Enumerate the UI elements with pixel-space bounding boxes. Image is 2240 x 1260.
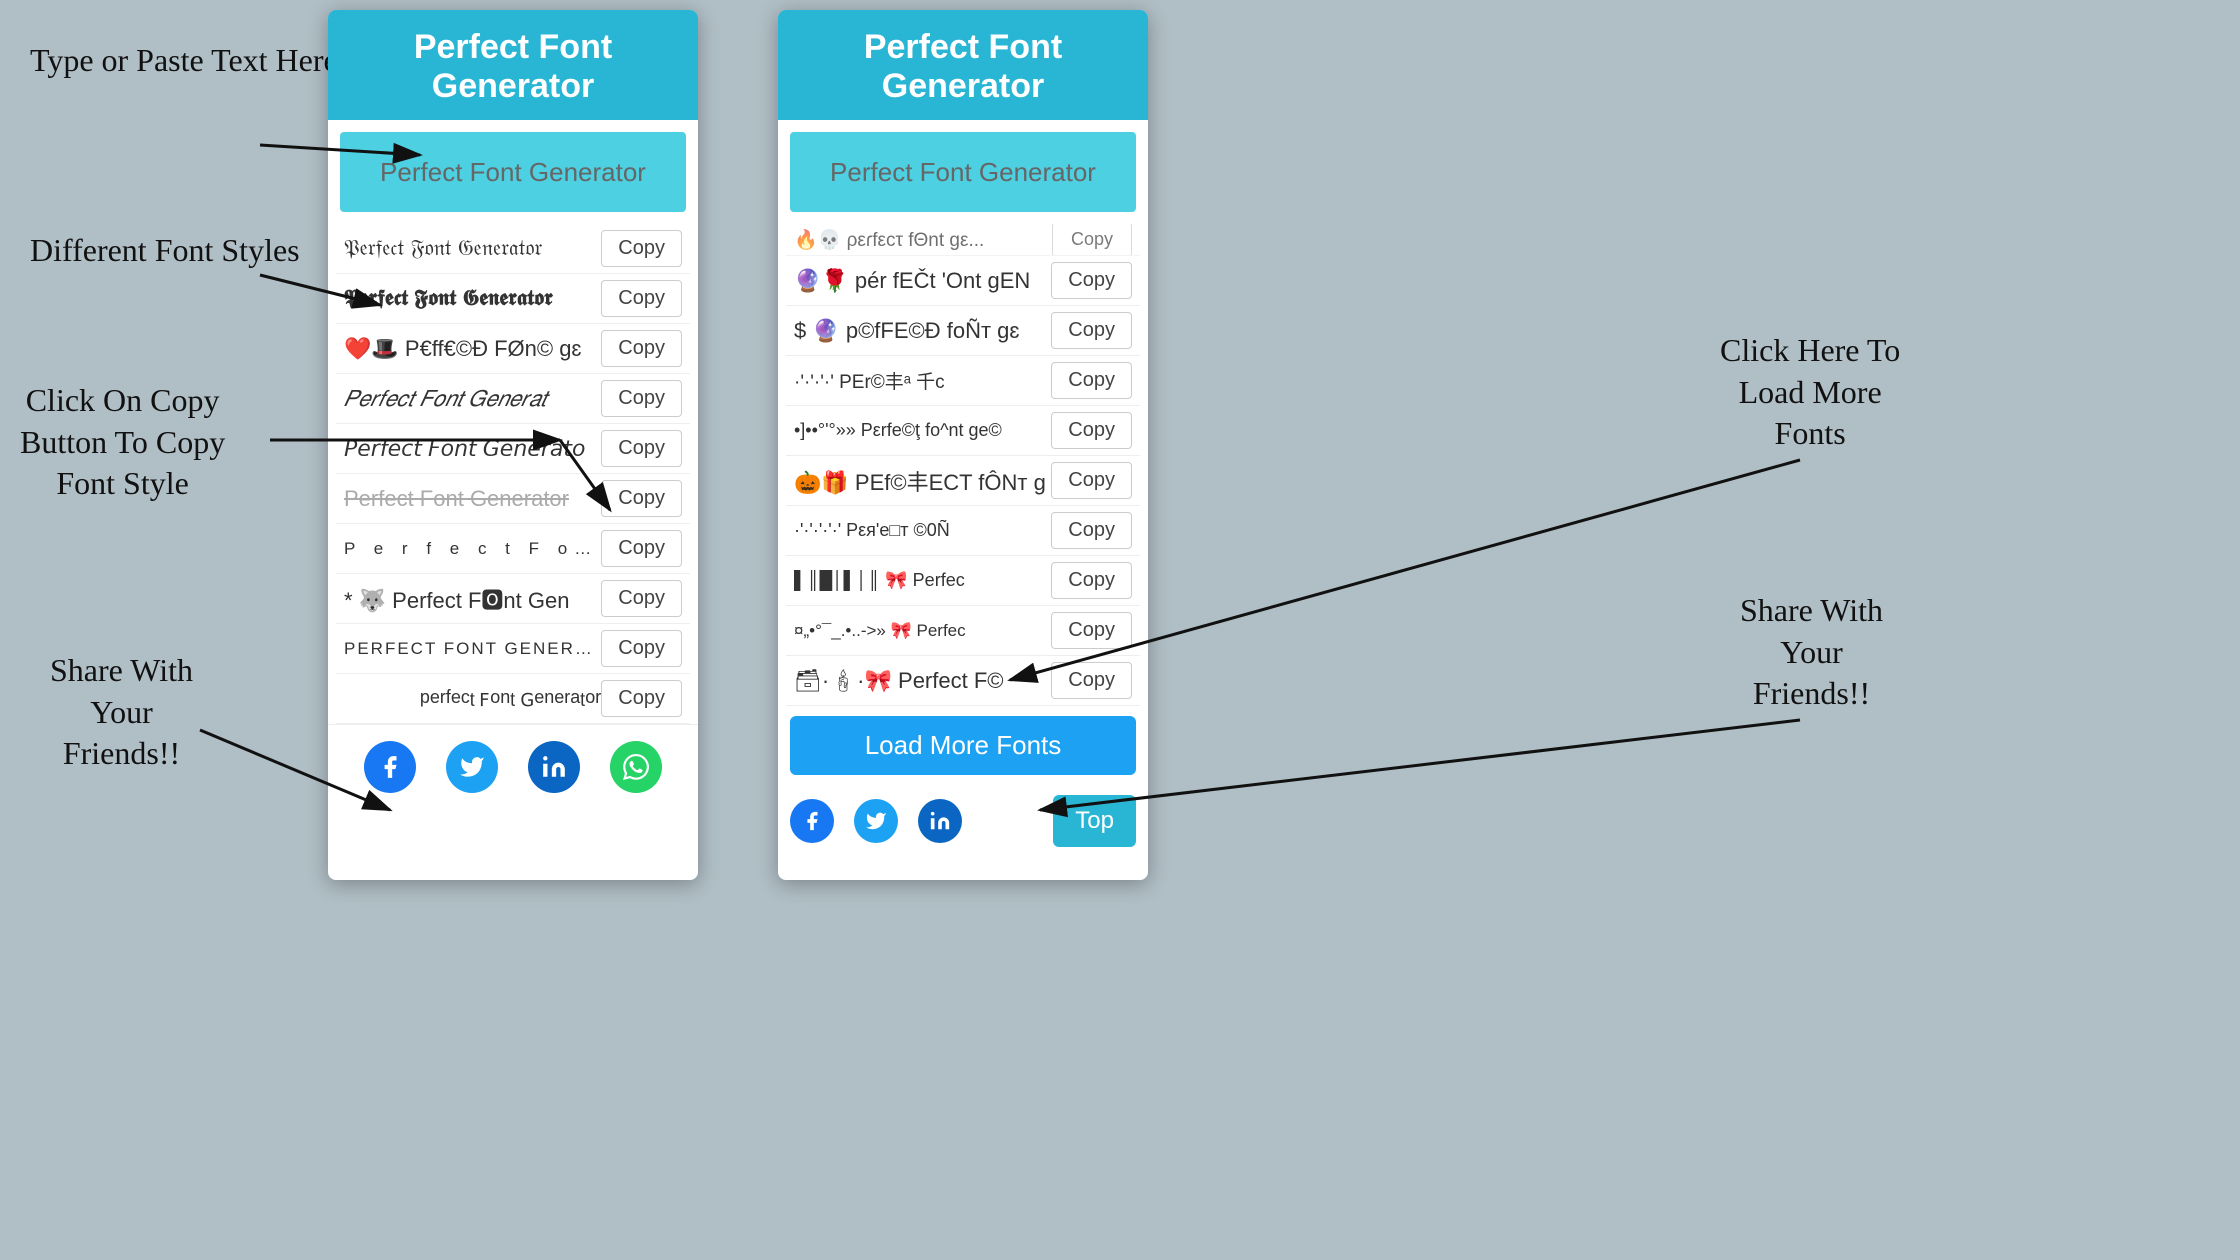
right-font-text-7: ▌║█│▌│║ 🎀 Perfec <box>794 570 1051 591</box>
font-row-5: 𝘗𝘦𝘳𝘧𝘦𝘤𝘵 𝘍𝘰𝘯𝘵 𝘎𝘦𝘯𝘦𝘳𝘢𝘵𝘰 Copy <box>336 424 690 474</box>
copy-btn-3[interactable]: Copy <box>601 330 682 367</box>
font-row-3: ❤️🎩 P€ff€©Ð FØn© gɛ Copy <box>336 324 690 374</box>
right-font-text-8: ¤„•°¯_.•..->» 🎀 Perfec <box>794 621 1051 641</box>
facebook-icon-left[interactable] <box>364 741 416 793</box>
right-phone-title: Perfect Font Generator <box>794 28 1132 106</box>
right-phone-footer: Top <box>778 785 1148 857</box>
right-copy-btn-3[interactable]: Copy <box>1051 362 1132 399</box>
partial-font-row: 🔥💀 ρεɾfεcτ fΘnt gε... Copy <box>786 224 1140 256</box>
left-phone-header: Perfect Font Generator <box>328 10 698 120</box>
right-font-row-7: ▌║█│▌│║ 🎀 Perfec Copy <box>786 556 1140 606</box>
right-font-row-3: ·'·'·'·' ΡΕr©丰ᵃ 千c Copy <box>786 356 1140 406</box>
twitter-icon-left[interactable] <box>446 741 498 793</box>
linkedin-icon-right[interactable] <box>918 799 962 843</box>
font-text-4: 𝑃𝑒𝑟𝑓𝑒𝑐𝑡 𝐹𝑜𝑛𝑡 𝐺𝑒𝑛𝑒𝑟𝑎𝑡 <box>344 386 601 412</box>
font-text-8: * 🐺 Perfect F🅾nt Gen <box>344 583 601 615</box>
right-font-row-4: •]••°'°»» Ρεrfe©ţ fo^nt ge© Copy <box>786 406 1140 456</box>
copy-btn-1[interactable]: Copy <box>601 230 682 267</box>
top-button[interactable]: Top <box>1053 795 1136 847</box>
right-font-row-5: 🎃🎁 ΡΕf©丰ECT fÔNт g Copy <box>786 456 1140 506</box>
right-font-row-9: 🗃·🕯·🎀 Perfect F© Copy <box>786 656 1140 706</box>
font-row-8: * 🐺 Perfect F🅾nt Gen Copy <box>336 574 690 624</box>
font-row-9: PERFECT FONT GENERATOR Copy <box>336 624 690 674</box>
annotation-diff-fonts: Different Font Styles <box>30 230 300 272</box>
font-text-3: ❤️🎩 P€ff€©Ð FØn© gɛ <box>344 336 601 362</box>
right-font-text-6: ·'·'·'·'·' Ρεя'e□т ©0Ñ <box>794 520 1051 541</box>
left-phone-social-bar <box>328 724 698 805</box>
whatsapp-icon-left[interactable] <box>610 741 662 793</box>
right-font-text-1: 🔮🌹 pér fEČt 'Ont gEN <box>794 268 1051 294</box>
right-font-text-2: $ 🔮 p©fFE©Ð foÑт ɡɛ <box>794 318 1051 344</box>
right-copy-btn-7[interactable]: Copy <box>1051 562 1132 599</box>
annotation-type-paste: Type or Paste Text Here <box>30 40 338 82</box>
annotation-click-load: Click Here ToLoad MoreFonts <box>1720 330 1900 455</box>
copy-btn-5[interactable]: Copy <box>601 430 682 467</box>
twitter-icon-right[interactable] <box>854 799 898 843</box>
partial-font-text: 🔥💀 ρεɾfεcτ fΘnt gε... <box>794 228 1052 252</box>
right-copy-btn-5[interactable]: Copy <box>1051 462 1132 499</box>
font-text-6: Perfect Font Generator <box>344 486 601 512</box>
font-text-1: 𝔓𝔢𝔯𝔣𝔢𝔠𝔱 𝔉𝔬𝔫𝔱 𝔊𝔢𝔫𝔢𝔯𝔞𝔱𝔬𝔯 <box>344 237 601 261</box>
font-row-1: 𝔓𝔢𝔯𝔣𝔢𝔠𝔱 𝔉𝔬𝔫𝔱 𝔊𝔢𝔫𝔢𝔯𝔞𝔱𝔬𝔯 Copy <box>336 224 690 274</box>
font-text-10: ɹoʇɐɹǝuǝ⅁ ʇuoℲ ʇɔǝɟɹǝd <box>344 688 601 709</box>
right-font-text-5: 🎃🎁 ΡΕf©丰ECT fÔNт g <box>794 465 1051 497</box>
annotation-click-copy: Click On CopyButton To CopyFont Style <box>20 380 225 505</box>
font-row-2: 𝕻𝖊𝖗𝖋𝖊𝖈𝖙 𝕱𝖔𝖓𝖙 𝕲𝖊𝖓𝖊𝖗𝖆𝖙𝖔𝖗 Copy <box>336 274 690 324</box>
right-copy-btn-8[interactable]: Copy <box>1051 612 1132 649</box>
partial-copy-btn[interactable]: Copy <box>1052 224 1132 256</box>
linkedin-icon-left[interactable] <box>528 741 580 793</box>
right-copy-btn-2[interactable]: Copy <box>1051 312 1132 349</box>
right-copy-btn-9[interactable]: Copy <box>1051 662 1132 699</box>
facebook-icon-right[interactable] <box>790 799 834 843</box>
copy-btn-4[interactable]: Copy <box>601 380 682 417</box>
input-text: Perfect Font Generator <box>380 157 646 188</box>
right-phone: Perfect Font Generator Perfect Font Gene… <box>778 10 1148 880</box>
font-row-4: 𝑃𝑒𝑟𝑓𝑒𝑐𝑡 𝐹𝑜𝑛𝑡 𝐺𝑒𝑛𝑒𝑟𝑎𝑡 Copy <box>336 374 690 424</box>
font-row-6: Perfect Font Generator Copy <box>336 474 690 524</box>
right-font-text-9: 🗃·🕯·🎀 Perfect F© <box>794 668 1051 694</box>
right-social-bar <box>790 799 962 843</box>
right-font-row-2: $ 🔮 p©fFE©Ð foÑт ɡɛ Copy <box>786 306 1140 356</box>
font-text-2: 𝕻𝖊𝖗𝖋𝖊𝖈𝖙 𝕱𝖔𝖓𝖙 𝕲𝖊𝖓𝖊𝖗𝖆𝖙𝖔𝖗 <box>344 287 601 311</box>
annotation-share-left: Share WithYourFriends!! <box>50 650 193 775</box>
font-text-7: P e r f e c t F o n t <box>344 539 601 559</box>
copy-btn-6[interactable]: Copy <box>601 480 682 517</box>
right-font-row-8: ¤„•°¯_.•..->» 🎀 Perfec Copy <box>786 606 1140 656</box>
left-phone-title: Perfect Font Generator <box>344 28 682 106</box>
annotation-share-right: Share WithYourFriends!! <box>1740 590 1883 715</box>
left-phone-input[interactable]: Perfect Font Generator <box>340 132 686 212</box>
copy-btn-9[interactable]: Copy <box>601 630 682 667</box>
left-phone: Perfect Font Generator Perfect Font Gene… <box>328 10 698 880</box>
font-row-10: ɹoʇɐɹǝuǝ⅁ ʇuoℲ ʇɔǝɟɹǝd Copy <box>336 674 690 724</box>
right-input-text: Perfect Font Generator <box>830 157 1096 188</box>
right-font-text-4: •]••°'°»» Ρεrfe©ţ fo^nt ge© <box>794 420 1051 441</box>
right-font-text-3: ·'·'·'·' ΡΕr©丰ᵃ 千c <box>794 367 1051 394</box>
right-copy-btn-1[interactable]: Copy <box>1051 262 1132 299</box>
right-font-row-6: ·'·'·'·'·' Ρεя'e□т ©0Ñ Copy <box>786 506 1140 556</box>
font-text-5: 𝘗𝘦𝘳𝘧𝘦𝘤𝘵 𝘍𝘰𝘯𝘵 𝘎𝘦𝘯𝘦𝘳𝘢𝘵𝘰 <box>344 436 601 462</box>
copy-btn-10[interactable]: Copy <box>601 680 682 717</box>
copy-btn-7[interactable]: Copy <box>601 530 682 567</box>
right-copy-btn-6[interactable]: Copy <box>1051 512 1132 549</box>
copy-btn-2[interactable]: Copy <box>601 280 682 317</box>
right-copy-btn-4[interactable]: Copy <box>1051 412 1132 449</box>
load-more-button[interactable]: Load More Fonts <box>790 716 1136 775</box>
copy-btn-8[interactable]: Copy <box>601 580 682 617</box>
right-font-row-1: 🔮🌹 pér fEČt 'Ont gEN Copy <box>786 256 1140 306</box>
right-phone-input[interactable]: Perfect Font Generator <box>790 132 1136 212</box>
font-row-7: P e r f e c t F o n t Copy <box>336 524 690 574</box>
right-phone-header: Perfect Font Generator <box>778 10 1148 120</box>
font-text-9: PERFECT FONT GENERATOR <box>344 639 601 659</box>
